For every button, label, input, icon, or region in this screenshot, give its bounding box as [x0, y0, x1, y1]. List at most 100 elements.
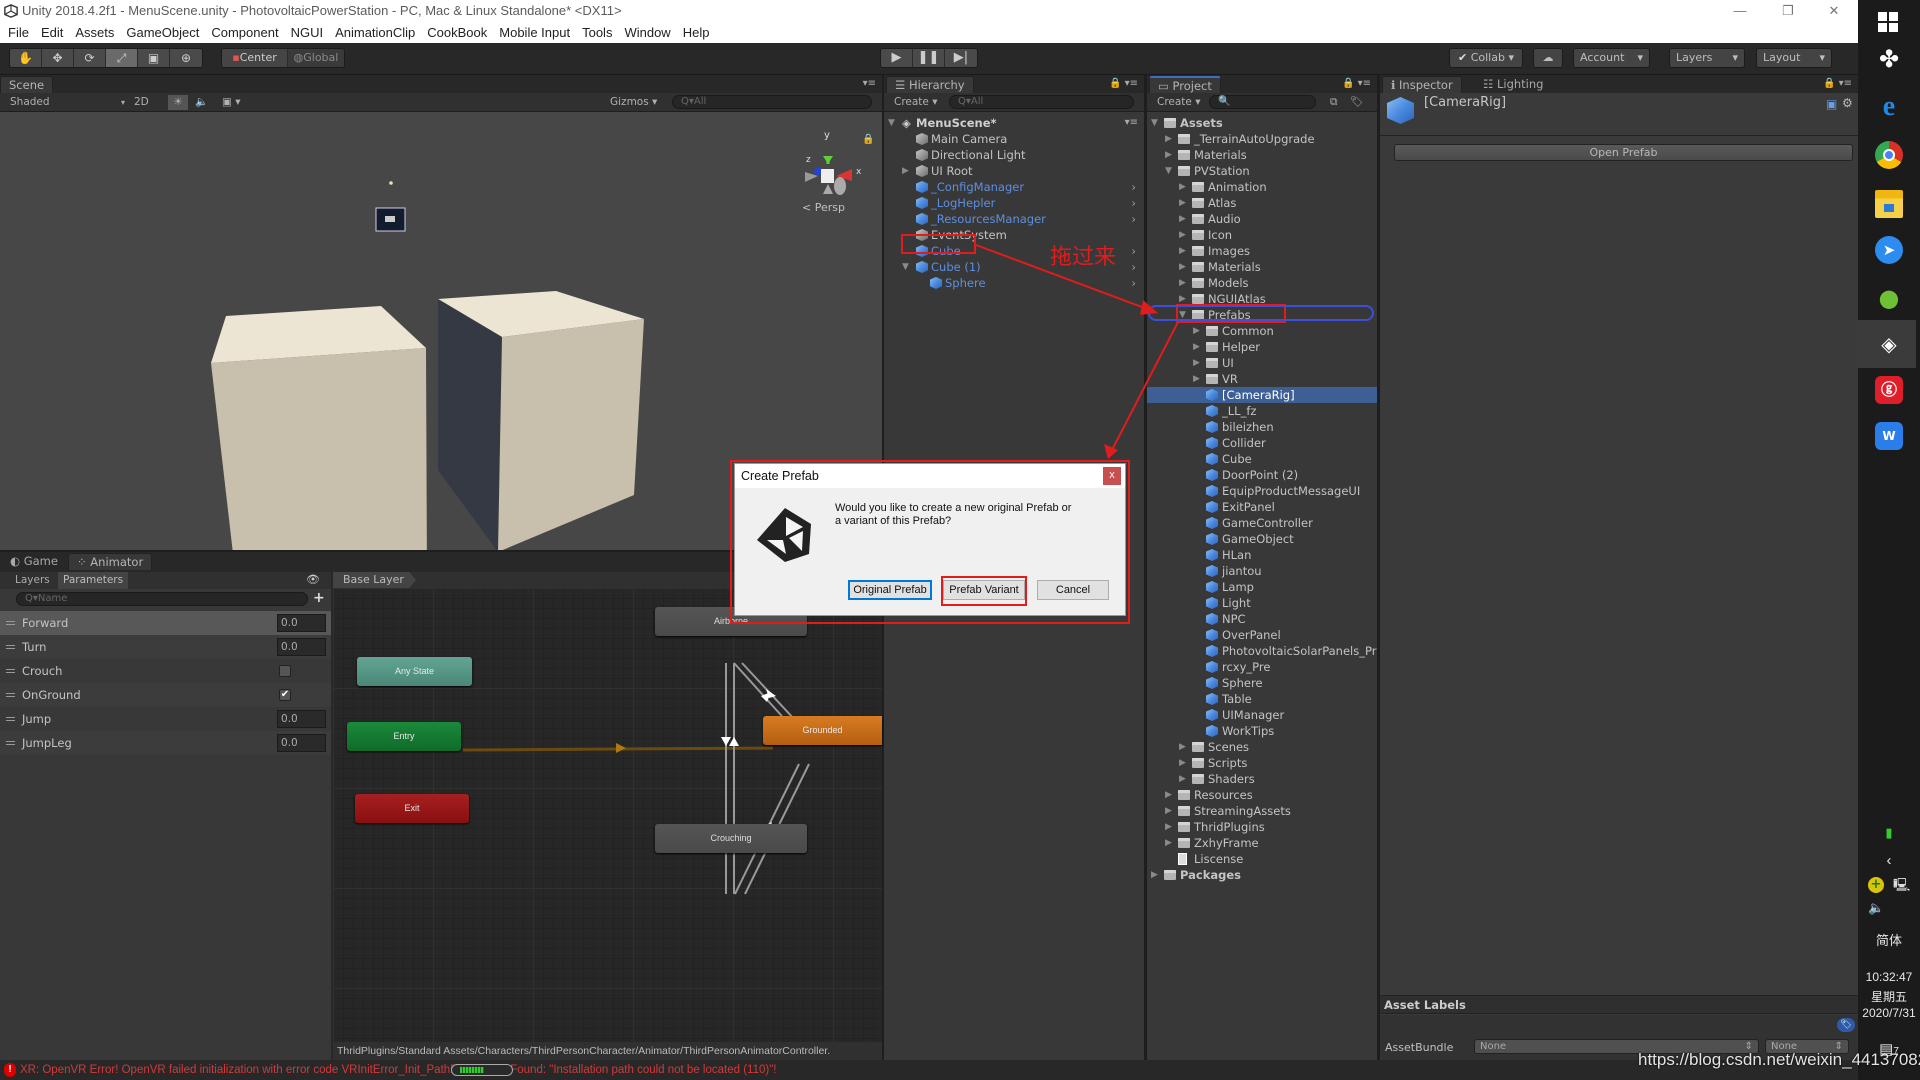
expand-arrow-icon[interactable]: ▶	[1179, 291, 1189, 307]
pivot-global-button[interactable]: ◍Global	[288, 49, 344, 67]
parameter-checkbox[interactable]	[279, 665, 291, 677]
chrome-icon[interactable]	[1875, 141, 1903, 169]
hierarchy-scene-root[interactable]: ▼ ◈ MenuScene* ▾≡	[884, 115, 1144, 131]
hierarchy-item[interactable]: EventSystem	[884, 227, 1144, 243]
breadcrumb-base-layer[interactable]: Base Layer	[333, 572, 416, 588]
state-crouching[interactable]: Crouching	[655, 824, 807, 853]
project-folder[interactable]: ▶ Animation	[1147, 179, 1377, 195]
open-prefab-button[interactable]: Open Prefab	[1394, 144, 1853, 161]
hierarchy-item[interactable]: Main Camera	[884, 131, 1144, 147]
expand-arrow-icon[interactable]: ▶	[1193, 371, 1203, 387]
state-grounded[interactable]: Grounded	[763, 716, 882, 745]
open-prefab-chevron-icon[interactable]: ›	[1131, 195, 1136, 211]
console-status-bar[interactable]: ! XR: OpenVR Error! OpenVR failed initia…	[0, 1060, 1858, 1080]
expand-arrow-icon[interactable]: ▶	[1179, 195, 1189, 211]
drag-handle-icon[interactable]	[6, 693, 15, 697]
project-asset[interactable]: Collider	[1147, 435, 1377, 451]
open-prefab-chevron-icon[interactable]: ›	[1131, 259, 1136, 275]
parameter-row[interactable]: Turn 0.0	[0, 635, 331, 659]
usb-icon[interactable]: ▮	[1858, 825, 1920, 841]
expand-arrow-icon[interactable]: ▼	[1179, 307, 1189, 323]
project-asset[interactable]: UIManager	[1147, 707, 1377, 723]
parameter-value-input[interactable]: 0.0	[277, 710, 326, 728]
menu-ngui[interactable]: NGUI	[291, 25, 324, 40]
expand-arrow-icon[interactable]: ▶	[1165, 787, 1175, 803]
state-any-state[interactable]: Any State	[357, 657, 472, 686]
project-asset[interactable]: OverPanel	[1147, 627, 1377, 643]
expand-arrow-icon[interactable]: ▶	[1179, 739, 1189, 755]
project-folder[interactable]: ▶ VR	[1147, 371, 1377, 387]
tab-hierarchy[interactable]: ☰ Hierarchy	[886, 76, 974, 93]
menu-mobile-input[interactable]: Mobile Input	[499, 25, 570, 40]
project-lock-menu-icon[interactable]: 🔒 ▾≡	[1342, 78, 1371, 89]
project-asset[interactable]: bileizhen	[1147, 419, 1377, 435]
parameter-row[interactable]: Crouch	[0, 659, 331, 683]
menu-tools[interactable]: Tools	[582, 25, 612, 40]
expand-arrow-icon[interactable]: ▶	[1165, 835, 1175, 851]
transform-tool-icon[interactable]: ⊕	[170, 49, 202, 67]
wps-icon[interactable]: W	[1875, 422, 1903, 450]
expand-arrow-icon[interactable]: ▶	[1179, 771, 1189, 787]
expand-arrow-icon[interactable]: ▶	[1179, 259, 1189, 275]
project-asset[interactable]: Sphere	[1147, 675, 1377, 691]
project-asset[interactable]: NPC	[1147, 611, 1377, 627]
tab-scene[interactable]: Scene	[0, 76, 54, 93]
pinwheel-app-icon[interactable]: ✤	[1875, 45, 1903, 73]
minimize-button[interactable]: —	[1720, 0, 1760, 22]
menu-file[interactable]: File	[8, 25, 29, 40]
rect-tool-icon[interactable]: ▣	[138, 49, 170, 67]
project-asset[interactable]: GameObject	[1147, 531, 1377, 547]
projection-label[interactable]: < Persp	[802, 201, 845, 214]
effects-dropdown-icon[interactable]: ▣ ▾	[222, 95, 241, 110]
parameter-value-input[interactable]: 0.0	[277, 614, 326, 632]
project-asset[interactable]: Light	[1147, 595, 1377, 611]
tab-project[interactable]: ▭ Project	[1149, 76, 1221, 93]
hierarchy-item[interactable]: _ResourcesManager ›	[884, 211, 1144, 227]
lighting-toggle-icon[interactable]: ☀	[168, 95, 188, 110]
scene-search-input[interactable]: Q▾All	[672, 95, 872, 109]
expand-arrow-icon[interactable]: ▶	[1165, 131, 1175, 147]
camera-gizmo-icon[interactable]	[375, 207, 406, 232]
hierarchy-search-input[interactable]: Q▾All	[949, 95, 1134, 109]
expand-arrow-icon[interactable]: ▼	[1151, 115, 1161, 131]
hierarchy-item[interactable]: ▶ UI Root	[884, 163, 1144, 179]
collab-button[interactable]: ✔ Collab ▾	[1449, 48, 1523, 68]
expand-arrow-icon[interactable]: ▶	[1151, 867, 1161, 883]
netease-music-icon[interactable]: ⓖ	[1875, 376, 1903, 404]
network-icon[interactable]: 🖳	[1893, 876, 1910, 898]
tab-lighting[interactable]: ☷ Lighting	[1475, 76, 1551, 93]
hand-tool-icon[interactable]: ✋	[10, 49, 42, 67]
project-folder[interactable]: ▶ Common	[1147, 323, 1377, 339]
wechat-icon[interactable]: ●	[1875, 284, 1903, 312]
menu-window[interactable]: Window	[624, 25, 670, 40]
shading-dropdown[interactable]: Shaded ▾	[10, 95, 125, 110]
expand-arrow-icon[interactable]: ▶	[1179, 243, 1189, 259]
expand-arrow-icon[interactable]: ▶	[1165, 819, 1175, 835]
edge-icon[interactable]: e	[1875, 93, 1903, 122]
expand-arrow-icon[interactable]: ▶	[1179, 211, 1189, 227]
project-folder[interactable]: ▼ Assets	[1147, 115, 1377, 131]
hierarchy-item[interactable]: Directional Light	[884, 147, 1144, 163]
gizmos-dropdown[interactable]: Gizmos ▾	[610, 95, 657, 110]
subtab-layers[interactable]: Layers	[10, 572, 55, 589]
project-folder[interactable]: ▶ Models	[1147, 275, 1377, 291]
lock-icon[interactable]: 🔒	[862, 133, 874, 145]
security-tray-icon[interactable]: +	[1868, 877, 1884, 893]
menu-gameobject[interactable]: GameObject	[126, 25, 199, 40]
menu-assets[interactable]: Assets	[75, 25, 114, 40]
menu-cookbook[interactable]: CookBook	[427, 25, 487, 40]
project-asset[interactable]: Table	[1147, 691, 1377, 707]
parameter-row[interactable]: JumpLeg 0.0	[0, 731, 331, 755]
project-asset[interactable]: [CameraRig]	[1147, 387, 1377, 403]
filter-by-label-icon[interactable]: 🏷	[1350, 95, 1363, 110]
project-folder[interactable]: ▶ Materials	[1147, 259, 1377, 275]
layout-dropdown[interactable]: Layout ▾	[1756, 48, 1832, 68]
project-asset[interactable]: Lamp	[1147, 579, 1377, 595]
filter-by-type-icon[interactable]: ⧉	[1330, 95, 1338, 110]
project-folder[interactable]: ▼ Prefabs	[1147, 307, 1377, 323]
project-asset[interactable]: GameController	[1147, 515, 1377, 531]
project-folder[interactable]: ▼ PVStation	[1147, 163, 1377, 179]
expand-arrow-icon[interactable]: ▶	[1179, 227, 1189, 243]
hierarchy-item[interactable]: Sphere ›	[884, 275, 1144, 291]
project-asset[interactable]: _LL_fz	[1147, 403, 1377, 419]
